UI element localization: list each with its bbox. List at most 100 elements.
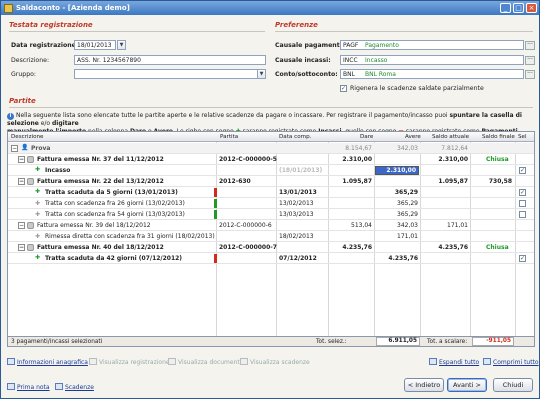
vis-documento-link[interactable]: Visualizza documento (168, 358, 243, 366)
table-row[interactable]: ✚ Tratta scaduta da 5 giorni (13/01/2013… (8, 187, 534, 198)
row-data: 13/03/2013 (279, 211, 314, 218)
row-desc: Rimessa diretta con scadenza fra 31 gior… (45, 233, 215, 240)
col-saldo-attuale[interactable]: Saldo attuale (432, 134, 469, 140)
row-saldo-attuale: 1.095,87 (438, 178, 468, 185)
close-button[interactable]: Chiudi (493, 378, 533, 392)
row-data: 13/02/2013 (279, 200, 314, 207)
row-status: Chiusa (486, 244, 509, 251)
row-dare: 1.095,87 (342, 178, 372, 185)
maximize-button[interactable]: □ (513, 3, 524, 13)
vis-registrazione-link[interactable]: Visualizza registrazione (89, 358, 170, 366)
info-text-1d: digitare (51, 120, 79, 127)
table-row[interactable]: − 👤 Prova 8.154,67 342,03 7.812,64 (8, 143, 534, 154)
row-desc: Tratta scaduta da 5 giorni (13/01/2013) (45, 189, 178, 196)
collapse-toggle-icon[interactable]: − (11, 145, 18, 152)
close-window-button[interactable]: × (526, 3, 537, 13)
group-select[interactable] (74, 69, 258, 79)
table-row[interactable]: ✚ Tratta con scadenza fra 54 giorni (13/… (8, 209, 534, 220)
col-avere[interactable]: Avere (405, 134, 421, 140)
expand-all-link[interactable]: Espandi tutto (429, 358, 479, 366)
collapse-toggle-icon[interactable]: − (18, 222, 25, 229)
payments-field[interactable]: PAGF Pagamento (340, 40, 524, 50)
info-icon: i (7, 113, 14, 120)
bullet-icon: ✚ (35, 233, 41, 240)
date-label: Data registrazione: (11, 42, 79, 49)
scadenze-link[interactable]: Scadenze (55, 383, 94, 391)
payments-browse-button[interactable]: ··· (525, 41, 535, 50)
row-avere: 342,03 (397, 222, 418, 229)
row-avere: 365,29 (397, 200, 418, 207)
row-partita: 2012-C-000000-7 (219, 244, 277, 251)
col-saldo-finale[interactable]: Saldo finale (482, 134, 515, 140)
row-data: 13/01/2013 (279, 189, 317, 196)
tot-sel-label: Tot. selez.: (316, 339, 347, 345)
row-desc: Incasso (45, 167, 71, 174)
collapse-toggle-icon[interactable]: − (18, 178, 25, 185)
row-data: 07/12/2012 (279, 255, 317, 262)
row-saldo-finale: 730,58 (488, 178, 512, 185)
description-field[interactable]: ASS. Nr. 1234567890 (74, 55, 266, 65)
prima-nota-label: Prima nota (17, 384, 50, 391)
col-partita[interactable]: Partita (220, 134, 238, 140)
tot-scalare-value: -911,05 (472, 337, 514, 346)
info-anagrafica-label: Informazioni anagrafica (17, 359, 88, 366)
table-row[interactable]: ✚ Tratta con scadenza fra 26 giorni (13/… (8, 198, 534, 209)
row-select-checkbox[interactable] (519, 200, 526, 207)
date-field[interactable]: 18/01/2013 (74, 40, 116, 50)
col-sel[interactable]: Sel (518, 134, 527, 140)
collections-browse-button[interactable]: ··· (525, 56, 535, 65)
due-marker (214, 199, 217, 208)
info-anagrafica-link[interactable]: Informazioni anagrafica (7, 358, 88, 366)
group-dropdown-icon[interactable]: ▼ (257, 69, 266, 79)
collapse-all-link[interactable]: Comprimi tutto (483, 358, 539, 366)
vis-registrazione-label: Visualizza registrazione (99, 359, 170, 366)
col-descrizione[interactable]: Descrizione (11, 134, 44, 140)
vis-scadenze-link[interactable]: Visualizza scadenze (240, 358, 310, 366)
selected-count: 3 pagamenti/incassi selezionati (11, 339, 103, 345)
col-data-comp[interactable]: Data comp. (279, 134, 311, 140)
row-dare: 513,04 (351, 222, 372, 229)
table-row[interactable]: ✚ Rimessa diretta con scadenza fra 31 gi… (8, 231, 534, 242)
row-desc: Fattura emessa Nr. 37 del 11/12/2012 (37, 156, 164, 163)
journal-icon (7, 383, 15, 390)
row-saldo-attuale: 7.812,64 (441, 145, 468, 152)
table-row[interactable]: − Fattura emessa Nr. 22 del 13/12/2012 2… (8, 176, 534, 187)
back-button[interactable]: < Indietro (404, 378, 444, 392)
payments-label: Causale pagamenti: (275, 42, 345, 49)
registration-divider (9, 31, 265, 32)
collections-field[interactable]: INCC Incasso (340, 55, 524, 65)
partite-grid: Descrizione Partita Data comp. Dare Aver… (7, 131, 535, 337)
col-dare[interactable]: Dare (360, 134, 373, 140)
table-row[interactable]: ✚ Tratta scaduta da 42 giorni (07/12/201… (8, 253, 534, 264)
next-button[interactable]: Avanti > (447, 378, 487, 392)
row-select-checkbox[interactable]: ✓ (519, 189, 526, 196)
row-select-checkbox[interactable] (519, 211, 526, 218)
minimize-button[interactable]: _ (500, 3, 511, 13)
row-status: Chiusa (486, 156, 509, 163)
row-desc: Tratta con scadenza fra 54 giorni (13/03… (45, 211, 185, 218)
tot-scalare-label: Tot. a scalare: (427, 339, 468, 345)
table-row[interactable]: − Fattura emessa Nr. 37 del 11/12/2012 2… (8, 154, 534, 165)
avere-edit-field[interactable]: 2.310,00 (375, 166, 419, 175)
invoice-icon (27, 156, 34, 163)
row-select-checkbox[interactable]: ✓ (519, 255, 526, 262)
regenerate-checkbox[interactable]: ✓ (340, 85, 347, 92)
account-field[interactable]: BNL BNL Roma (340, 69, 524, 79)
collapse-toggle-icon[interactable]: − (18, 244, 25, 251)
row-saldo-attuale: 4.235,76 (438, 244, 468, 251)
row-desc: Fattura emessa Nr. 22 del 13/12/2012 (37, 178, 164, 185)
bullet-icon: ✚ (35, 200, 41, 207)
table-row[interactable]: − Fattura emessa Nr. 39 del 18/12/2012 2… (8, 220, 534, 231)
table-row[interactable]: ✚ Incasso (18/01/2013) 2.310,00 ✓ (8, 165, 534, 176)
table-row[interactable]: − Fattura emessa Nr. 40 del 18/12/2012 2… (8, 242, 534, 253)
group-label: Gruppo: (11, 71, 36, 78)
partite-divider (9, 107, 533, 108)
calendar-dropdown-icon[interactable]: ▼ (117, 40, 126, 50)
plus-icon: ✚ (35, 166, 41, 173)
collapse-toggle-icon[interactable]: − (18, 156, 25, 163)
row-select-checkbox[interactable]: ✓ (519, 167, 526, 174)
account-browse-button[interactable]: ··· (525, 70, 535, 79)
prima-nota-link[interactable]: Prima nota (7, 383, 50, 391)
registration-icon (89, 358, 97, 365)
collapse-icon (483, 358, 491, 365)
